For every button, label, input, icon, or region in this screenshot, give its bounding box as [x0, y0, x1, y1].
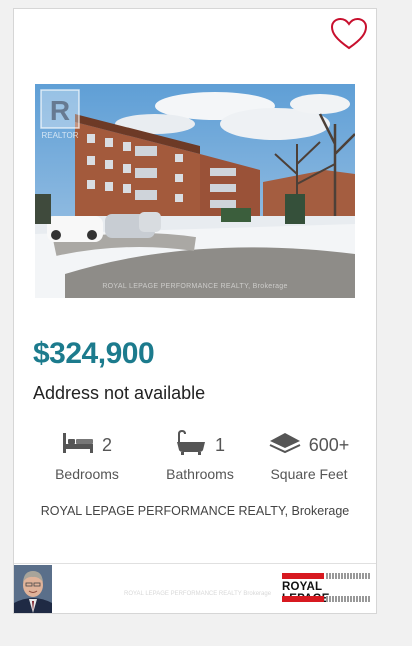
royal-lepage-logo: ROYAL LEPAGE	[282, 573, 370, 605]
footer-faint-brokerage-text: ROYAL LEPAGE PERFORMANCE REALTY Brokerag…	[124, 591, 272, 597]
feature-square-feet: 600+ Square Feet	[254, 432, 364, 482]
agent-avatar[interactable]	[14, 565, 52, 613]
listing-photo[interactable]: R REALTOR ROYAL LEPAGE PERFORMANCE REALT…	[35, 84, 355, 298]
bathrooms-label: Bathrooms	[166, 466, 234, 482]
area-layers-icon	[269, 431, 301, 460]
bathtub-icon	[175, 429, 207, 461]
listing-price: $324,900	[33, 337, 155, 370]
square-feet-label: Square Feet	[270, 466, 348, 482]
listing-footer: ROYAL LEPAGE PERFORMANCE REALTY Brokerag…	[14, 563, 376, 614]
favorite-heart-icon[interactable]	[330, 17, 368, 51]
bed-icon	[62, 431, 94, 460]
brokerage-name: ROYAL LEPAGE PERFORMANCE REALTY, Brokera…	[40, 504, 350, 518]
bedrooms-label: Bedrooms	[55, 466, 119, 482]
realtor-watermark-logo: R REALTOR	[39, 88, 81, 140]
feature-bedrooms: 2 Bedrooms	[42, 432, 132, 482]
feature-bathrooms: 1 Bathrooms	[152, 429, 248, 482]
square-feet-value: 600+	[308, 434, 350, 455]
svg-text:R: R	[50, 95, 70, 126]
listing-card[interactable]: R REALTOR ROYAL LEPAGE PERFORMANCE REALT…	[13, 8, 377, 614]
svg-text:REALTOR: REALTOR	[41, 131, 78, 140]
listing-address: Address not available	[33, 383, 206, 403]
bathrooms-value: 1	[214, 434, 225, 455]
photo-watermark-text: ROYAL LEPAGE PERFORMANCE REALTY, Brokera…	[102, 283, 288, 290]
bedrooms-value: 2	[101, 434, 112, 455]
